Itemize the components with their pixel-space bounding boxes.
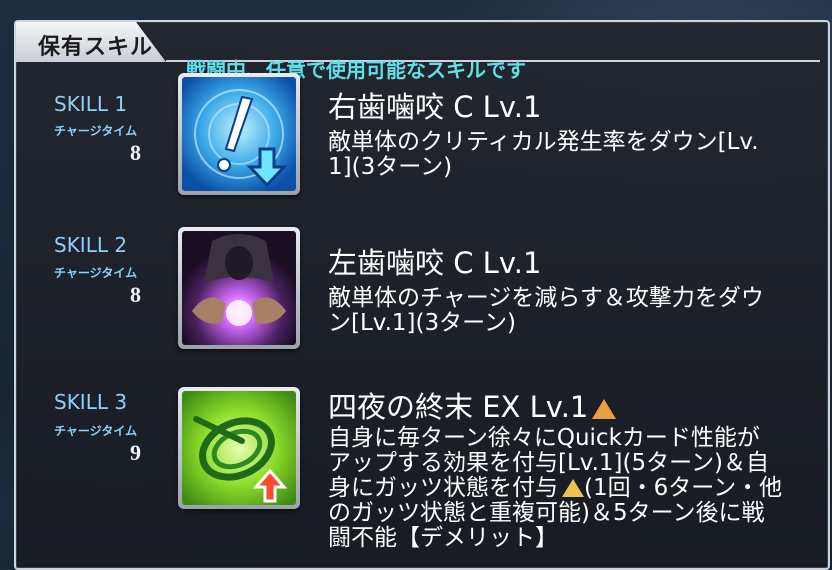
skill-slot-label: SKILL 2: [54, 233, 128, 257]
skill-name: 四夜の終末 EX Lv.1: [328, 384, 617, 426]
charge-time-value: 8: [130, 282, 141, 307]
skill-name: 左歯噛咬 C Lv.1: [328, 246, 542, 280]
desc-text: 身にガッツ状態を付与: [328, 475, 558, 501]
skill-description: 敵単体のチャージを減らす＆攻撃力をダウ ン[Lv.1](3ターン): [328, 286, 832, 336]
upgrade-triangle-icon: [562, 479, 584, 497]
panel-title: 保有スキル: [38, 35, 154, 60]
skill-description: 敵単体のクリティカル発生率をダウン[Lv. 1](3ターン): [328, 130, 832, 180]
skills-panel: 保有スキル 戦闘中、任意で使用可能なスキルです SKILL 1 チャージタイム …: [14, 20, 830, 570]
charge-time-value: 9: [130, 440, 141, 465]
skill-icon-frame[interactable]: [178, 387, 300, 509]
skill-slot-label: SKILL 1: [54, 92, 128, 116]
desc-line: 敵単体のチャージを減らす＆攻撃力をダウ: [328, 285, 764, 311]
desc-line: 1](3ターン): [328, 154, 453, 180]
charge-time-label: チャージタイム: [54, 124, 138, 138]
charge-drain-icon: [182, 231, 296, 345]
skill-row-1[interactable]: SKILL 1 チャージタイム 8 右歯噛咬 C Lv.1 敵単体のクリティカル…: [16, 62, 832, 202]
desc-line: 敵単体のクリティカル発生率をダウン[Lv.: [328, 129, 759, 155]
skill-icon-frame[interactable]: [178, 73, 300, 195]
crit-down-icon: [182, 77, 296, 191]
charge-time-value: 8: [130, 140, 141, 165]
desc-text: (1回・6ターン・他: [584, 475, 783, 501]
desc-line: のガッツ状態と重複可能)＆5ターン後に戦: [328, 500, 765, 526]
quick-up-icon: [182, 391, 296, 505]
desc-line: ン[Lv.1](3ターン): [328, 310, 516, 336]
desc-line: 自身に毎ターン徐々にQuickカード性能が: [328, 425, 760, 451]
desc-line: アップする効果を付与[Lv.1](5ターン)＆自: [328, 450, 769, 476]
charge-time-label: チャージタイム: [54, 266, 138, 280]
skill-name: 右歯噛咬 C Lv.1: [328, 90, 542, 124]
desc-line: 身にガッツ状態を付与 (1回・6ターン・他: [328, 476, 832, 501]
skill-description: 自身に毎ターン徐々にQuickカード性能が アップする効果を付与[Lv.1](5…: [328, 426, 832, 551]
skill-row-2[interactable]: SKILL 2 チャージタイム 8 左歯噛咬 C Lv.1 敵単体のチャージを減…: [16, 218, 832, 358]
skill-row-3[interactable]: SKILL 3 チャージタイム 9 四夜の終末 EX Lv.1 自身に毎ターン徐…: [16, 370, 832, 570]
desc-line: 闘不能【デメリット】: [328, 525, 558, 551]
upgrade-triangle-icon: [592, 399, 617, 419]
skill-slot-label: SKILL 3: [54, 390, 128, 414]
charge-time-label: チャージタイム: [54, 424, 138, 438]
skill-icon-frame[interactable]: [178, 227, 300, 349]
skill-name-text: 四夜の終末 EX Lv.1: [328, 390, 589, 424]
